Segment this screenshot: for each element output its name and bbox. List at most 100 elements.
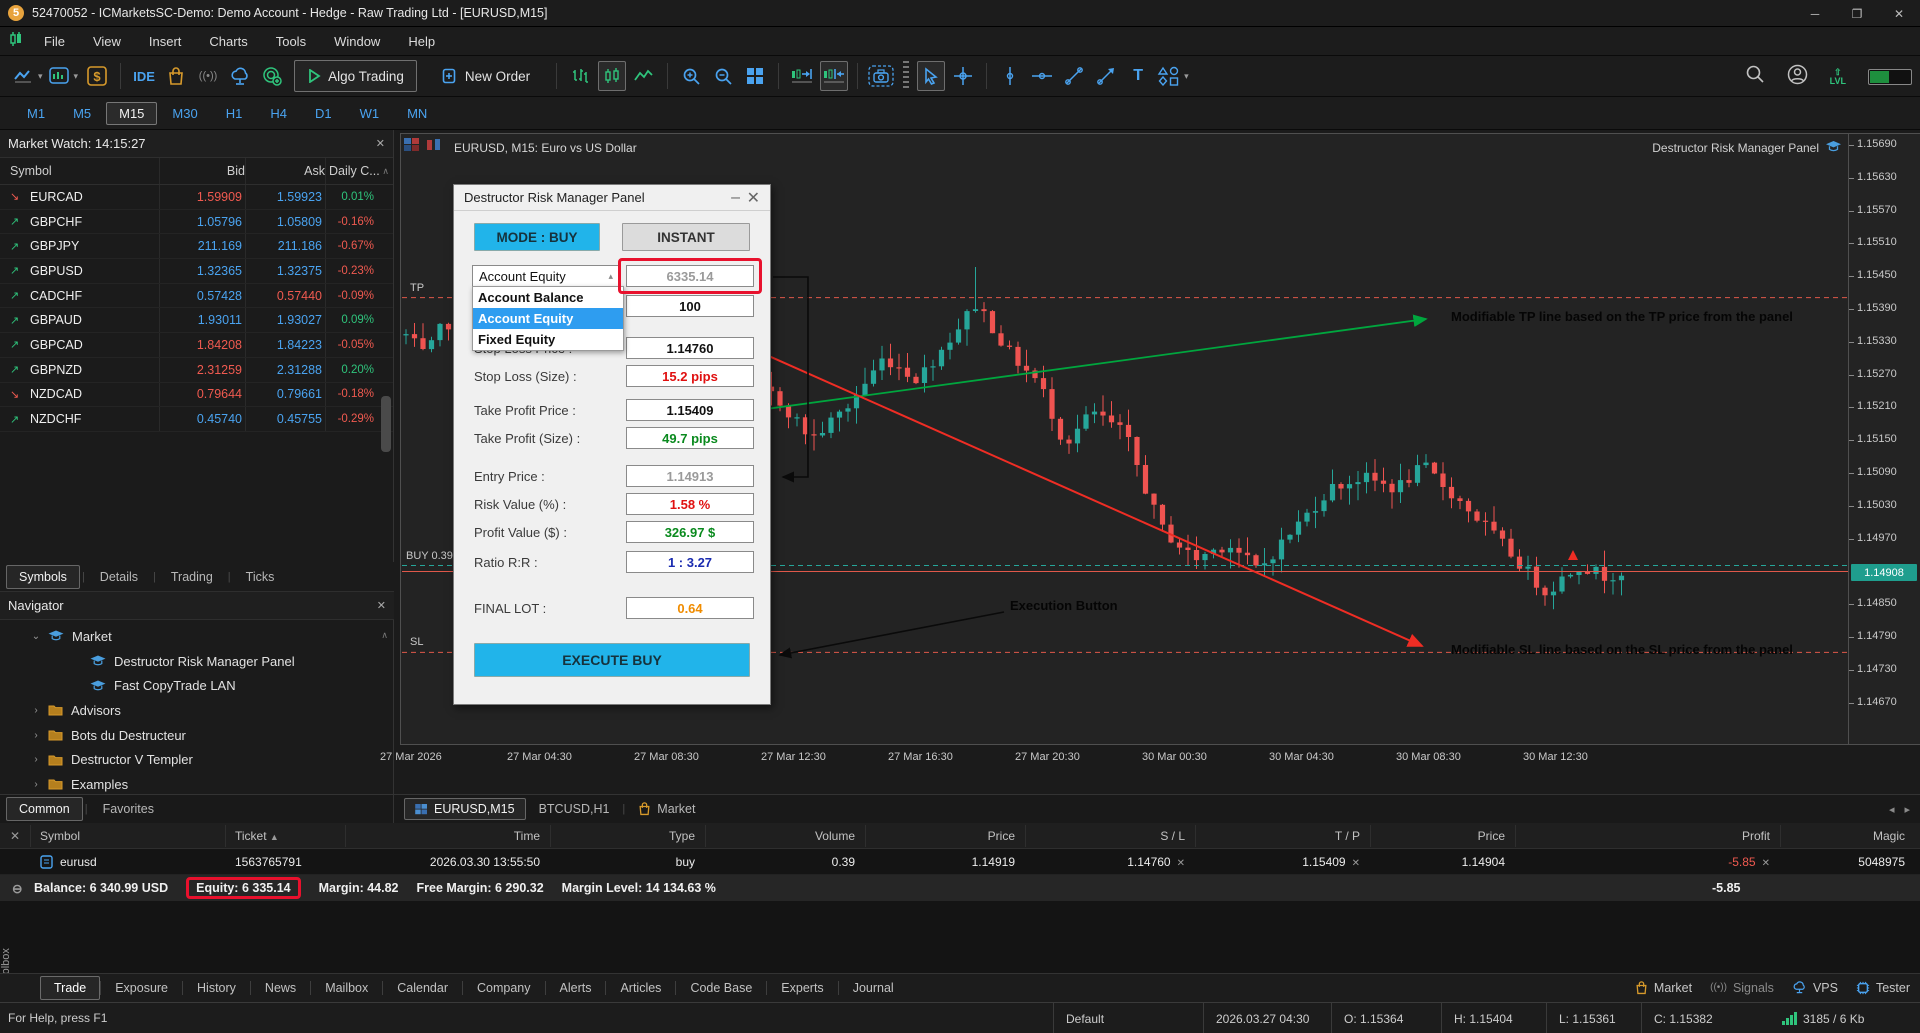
level-up-icon[interactable]: ⇧ LVL	[1830, 67, 1846, 86]
dollar-icon[interactable]: $	[83, 61, 111, 91]
chart-tab-EURUSD,M15[interactable]: EURUSD,M15	[404, 798, 526, 820]
indicators-icon[interactable]: ▾	[48, 61, 80, 91]
market-watch-row[interactable]: ↘ EURCAD 1.59909 1.59923 0.01%	[0, 185, 393, 210]
line-chart-icon[interactable]	[630, 61, 658, 91]
menu-window[interactable]: Window	[320, 27, 394, 56]
toolbox-column-symbol[interactable]: Symbol	[30, 824, 225, 847]
expand-icon[interactable]: ›	[30, 779, 42, 790]
toolbox-column-magic[interactable]: Magic	[1780, 824, 1915, 847]
minus-circle-icon[interactable]: ⊖	[12, 881, 22, 896]
crosshair-icon[interactable]	[949, 61, 977, 91]
timeframe-M15[interactable]: M15	[106, 101, 158, 125]
navigator-item[interactable]: Destructor Risk Manager Panel	[0, 649, 394, 674]
auto-scroll-icon[interactable]	[820, 61, 849, 91]
search-icon[interactable]	[1745, 64, 1765, 89]
toolbox-column-s-l[interactable]: S / L	[1025, 824, 1195, 847]
column-symbol[interactable]: Symbol	[0, 164, 159, 178]
toolbox-tab-calendar[interactable]: Calendar	[383, 976, 462, 1000]
column-ask[interactable]: Ask	[245, 164, 325, 178]
minimize-button[interactable]: ─	[1794, 0, 1836, 27]
chart-window-icon[interactable]: ▾	[12, 61, 44, 91]
market-watch-row[interactable]: ↗ GBPCHF 1.05796 1.05809 -0.16%	[0, 209, 393, 235]
copy-trading-icon[interactable]	[258, 61, 286, 91]
expand-icon[interactable]: ›	[30, 705, 42, 716]
risk-panel-title[interactable]: Destructor Risk Manager Panel	[454, 185, 770, 211]
market-watch-scrollbar[interactable]	[381, 396, 391, 452]
toolbox-close-icon[interactable]: ✕	[0, 829, 30, 843]
account-icon[interactable]	[1787, 64, 1808, 90]
zoom-in-icon[interactable]	[677, 61, 705, 91]
navigator-item[interactable]: › Advisors	[0, 698, 394, 723]
panel-close-icon[interactable]: ✕	[747, 185, 760, 211]
expand-icon[interactable]: ›	[30, 754, 42, 765]
toolbox-tab-news[interactable]: News	[251, 976, 310, 1000]
trade-symbol[interactable]: eurusd	[30, 855, 225, 869]
menu-view[interactable]: View	[79, 27, 135, 56]
toolbox-tab-trade[interactable]: Trade	[40, 976, 101, 1000]
text-tool-icon[interactable]: T	[1124, 61, 1152, 91]
menu-charts[interactable]: Charts	[195, 27, 261, 56]
remove-sl-icon[interactable]: ✕	[1177, 858, 1185, 869]
panel-field-value[interactable]: 1.58 %	[626, 493, 754, 515]
vps-cloud-icon[interactable]	[226, 61, 254, 91]
panel-field-value[interactable]: 0.64	[626, 597, 754, 619]
panel-field-value[interactable]: 1.14913	[626, 465, 754, 487]
menu-file[interactable]: File	[30, 27, 79, 56]
market-watch-row[interactable]: ↗ GBPAUD 1.93011 1.93027 0.09%	[0, 308, 393, 334]
toolbox-signals-button[interactable]: ((•)) Signals	[1710, 981, 1774, 995]
sl-line-label[interactable]: SL	[410, 636, 423, 648]
timeframe-W1[interactable]: W1	[347, 102, 393, 125]
toolbox-tab-alerts[interactable]: Alerts	[546, 976, 606, 1000]
timeframe-H1[interactable]: H1	[213, 102, 256, 125]
toolbox-tab-history[interactable]: History	[183, 976, 250, 1000]
collapse-icon[interactable]: ⌄	[30, 631, 42, 642]
timeframe-MN[interactable]: MN	[394, 102, 440, 125]
market-watch-row[interactable]: ↗ GBPCAD 1.84208 1.84223 -0.05%	[0, 333, 393, 358]
timeframe-D1[interactable]: D1	[302, 102, 345, 125]
expand-icon[interactable]: ›	[30, 730, 42, 741]
trend-arrow-tool-icon[interactable]	[1092, 61, 1120, 91]
market-watch-row[interactable]: ↗ GBPUSD 1.32365 1.32375 -0.23%	[0, 259, 393, 284]
close-icon[interactable]: ✕	[377, 599, 386, 612]
ide-icon[interactable]: IDE	[130, 61, 158, 91]
toolbox-column-time[interactable]: Time	[345, 824, 550, 847]
tab-details[interactable]: Details	[87, 565, 151, 589]
instant-button[interactable]: INSTANT	[622, 223, 750, 251]
menu-tools[interactable]: Tools	[262, 27, 320, 56]
panel-field-value[interactable]: 49.7 pips	[626, 427, 754, 449]
equity-source-dropdown[interactable]: Account Equity ▴	[472, 265, 620, 287]
maximize-button[interactable]: ❐	[1836, 0, 1878, 27]
mode-buy-button[interactable]: MODE : BUY	[474, 223, 600, 251]
time-axis[interactable]: 27 Mar 2026 27 Mar 04:30 27 Mar 08:30 27 Ma…	[380, 746, 1849, 770]
toolbox-tab-company[interactable]: Company	[463, 976, 545, 1000]
toolbar-drag-handle[interactable]	[903, 61, 910, 91]
toolbox-column-price[interactable]: Price	[865, 824, 1025, 847]
shapes-tool-icon[interactable]: ▾	[1156, 61, 1190, 91]
cursor-icon[interactable]	[917, 61, 946, 91]
tab-symbols[interactable]: Symbols	[6, 564, 80, 589]
toolbox-column-t-p[interactable]: T / P	[1195, 824, 1370, 847]
panel-field-value[interactable]: 1.14760	[626, 337, 754, 359]
timeframe-M1[interactable]: M1	[14, 102, 58, 125]
toolbox-tab-experts[interactable]: Experts	[767, 976, 837, 1000]
column-daily[interactable]: Daily C...	[325, 164, 380, 178]
chevron-up-icon[interactable]: ∧	[382, 166, 389, 177]
profile-segment[interactable]: Default	[1053, 1003, 1203, 1033]
nav-tab-common[interactable]: Common	[6, 797, 83, 821]
toolbox-column-type[interactable]: Type	[550, 824, 705, 847]
menu-insert[interactable]: Insert	[135, 27, 196, 56]
toolbox-column-profit[interactable]: Profit	[1515, 824, 1780, 847]
market-watch-row[interactable]: ↗ NZDCHF 0.45740 0.45755 -0.29%	[0, 407, 393, 432]
price-axis[interactable]: 1.15690 1.15630 1.15570 1.15510 1.15450 1.153…	[1849, 133, 1920, 745]
tab-trading[interactable]: Trading	[158, 565, 226, 589]
scroll-right-icon[interactable]: ▸	[1904, 803, 1910, 816]
toolbox-column-ticket[interactable]: Ticket ▲	[225, 824, 345, 847]
panel-field-value[interactable]: 1 : 3.27	[626, 551, 754, 573]
trendline-tool-icon[interactable]	[1060, 61, 1088, 91]
panel-field-value[interactable]: 326.97 $	[626, 521, 754, 543]
navigator-item[interactable]: › Destructor V Templer	[0, 747, 394, 772]
panel-minimize-icon[interactable]: –	[731, 185, 740, 211]
vertical-line-tool-icon[interactable]	[996, 61, 1024, 91]
equity-value-field[interactable]: 6335.14	[626, 265, 754, 287]
toolbox-market-button[interactable]: Market	[1635, 981, 1692, 995]
